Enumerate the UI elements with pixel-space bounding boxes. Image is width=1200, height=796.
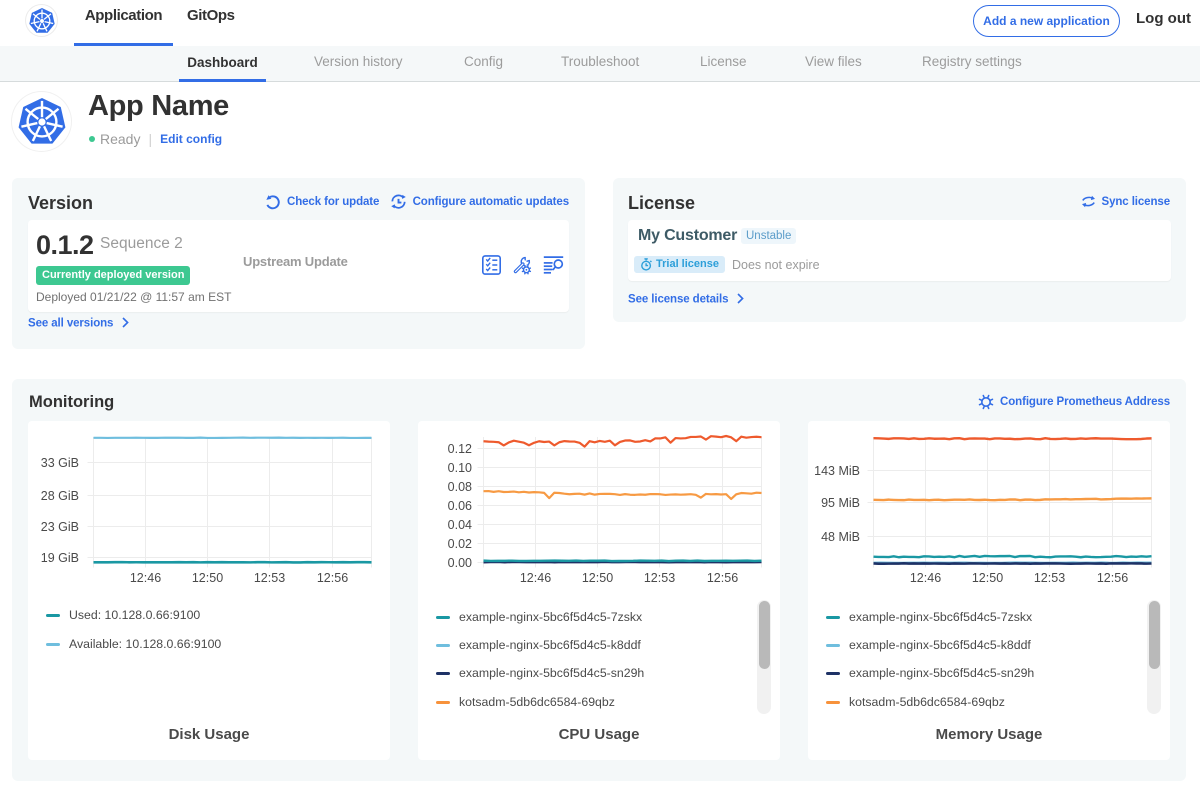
svg-text:12:50: 12:50 — [972, 571, 1003, 585]
svg-text:12:53: 12:53 — [1034, 571, 1065, 585]
svg-text:23 GiB: 23 GiB — [41, 520, 79, 534]
svg-text:12:46: 12:46 — [520, 571, 551, 585]
svg-text:48 MiB: 48 MiB — [821, 530, 860, 544]
svg-text:12:56: 12:56 — [317, 571, 348, 585]
svg-text:0.10: 0.10 — [448, 461, 472, 475]
svg-text:33 GiB: 33 GiB — [41, 456, 79, 470]
svg-text:12:56: 12:56 — [707, 571, 738, 585]
svg-text:12:53: 12:53 — [254, 571, 285, 585]
svg-text:0.06: 0.06 — [448, 499, 472, 513]
svg-text:12:50: 12:50 — [582, 571, 613, 585]
svg-text:12:56: 12:56 — [1097, 571, 1128, 585]
svg-text:0.04: 0.04 — [448, 518, 472, 532]
svg-text:12:46: 12:46 — [130, 571, 161, 585]
svg-text:143 MiB: 143 MiB — [814, 464, 860, 478]
svg-text:0.02: 0.02 — [448, 537, 472, 551]
svg-text:0.00: 0.00 — [448, 556, 472, 570]
svg-text:12:46: 12:46 — [910, 571, 941, 585]
svg-text:12:53: 12:53 — [644, 571, 675, 585]
svg-text:0.12: 0.12 — [448, 442, 472, 456]
svg-text:0.08: 0.08 — [448, 480, 472, 494]
svg-text:19 GiB: 19 GiB — [41, 551, 79, 565]
svg-text:28 GiB: 28 GiB — [41, 489, 79, 503]
svg-text:95 MiB: 95 MiB — [821, 496, 860, 510]
svg-text:12:50: 12:50 — [192, 571, 223, 585]
